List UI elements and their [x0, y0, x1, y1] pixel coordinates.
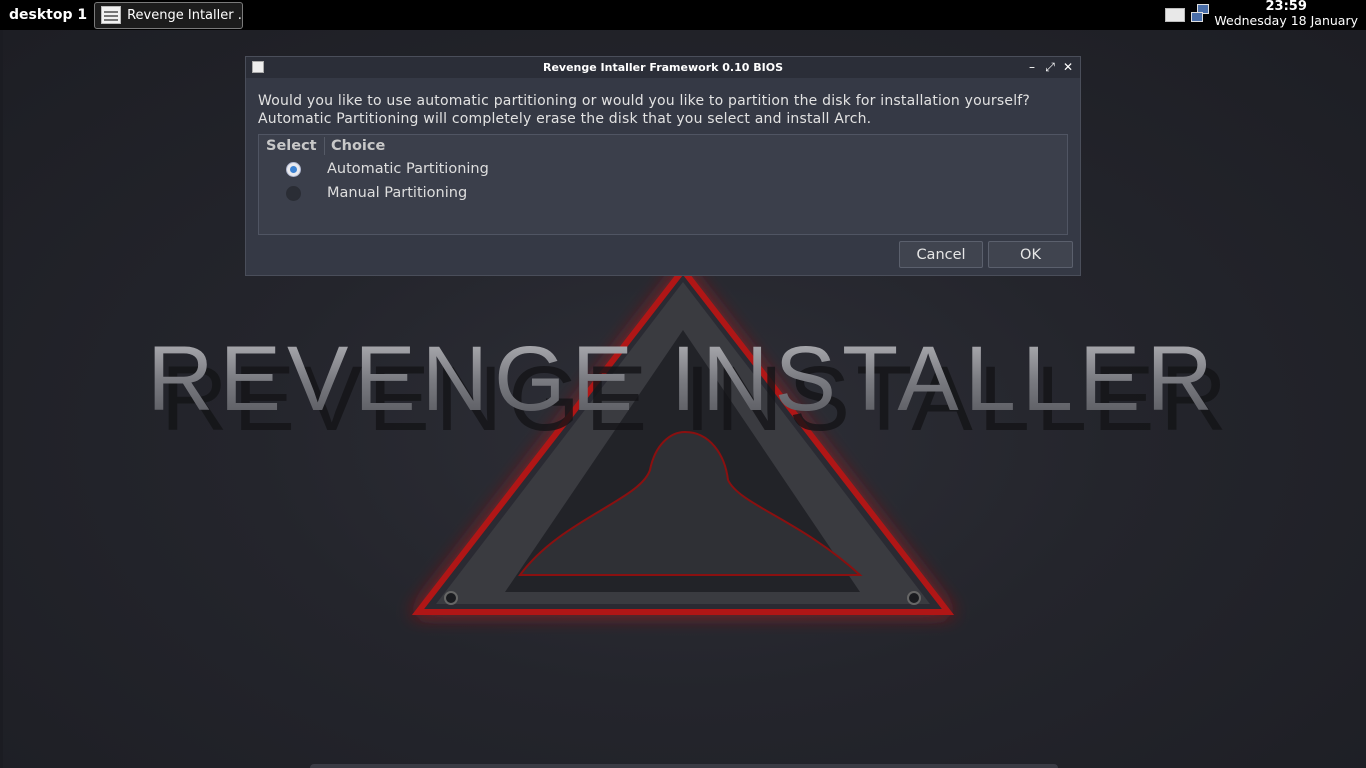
ok-button[interactable]: OK [988, 241, 1073, 268]
dialog-buttons: Cancel OK [899, 241, 1073, 268]
choice-row-manual[interactable]: Manual Partitioning [259, 181, 1067, 205]
column-header-choice[interactable]: Choice [325, 137, 385, 155]
dialog-title: Revenge Intaller Framework 0.10 BIOS [542, 61, 783, 74]
maximize-icon[interactable]: ⤢ [1044, 59, 1056, 75]
partitioning-dialog: Revenge Intaller Framework 0.10 BIOS – ⤢… [245, 56, 1081, 276]
window-menu-icon[interactable] [252, 61, 264, 73]
choice-label-manual: Manual Partitioning [327, 185, 468, 201]
message-line-2: Automatic Partitioning will completely e… [258, 111, 872, 127]
bottom-dock-edge [310, 764, 1058, 768]
message-line-1: Would you like to use automatic partitio… [258, 93, 1031, 109]
radio-automatic[interactable] [285, 161, 301, 177]
window-controls: – ⤢ ✕ [1026, 59, 1074, 75]
dialog-message: Would you like to use automatic partitio… [246, 78, 1080, 128]
minimize-icon[interactable]: – [1026, 59, 1038, 75]
dialog-titlebar[interactable]: Revenge Intaller Framework 0.10 BIOS – ⤢… [246, 57, 1080, 78]
choice-list-header: Select Choice [259, 135, 1067, 157]
radio-manual[interactable] [285, 185, 301, 201]
cancel-button[interactable]: Cancel [899, 241, 983, 268]
logo-text: REVENGE INSTALLER [147, 328, 1219, 430]
close-icon[interactable]: ✕ [1062, 59, 1074, 75]
choice-row-automatic[interactable]: Automatic Partitioning [259, 157, 1067, 181]
choice-label-automatic: Automatic Partitioning [327, 161, 489, 177]
column-header-select[interactable]: Select [259, 137, 325, 155]
choice-list: Select Choice Automatic Partitioning Man… [258, 134, 1068, 235]
